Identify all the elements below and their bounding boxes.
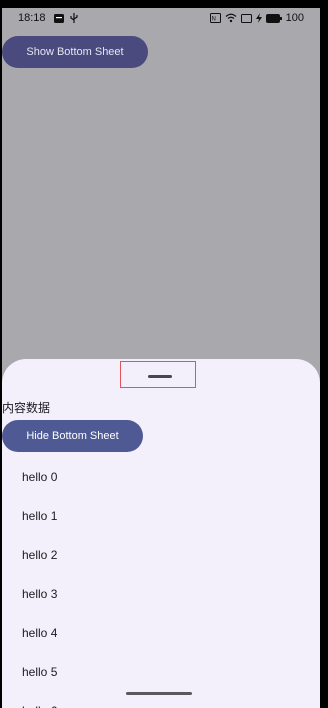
phone-frame: 18:18 N 100 Show Bottom Sheet 内容数据 Hide … xyxy=(0,0,328,708)
battery-icon xyxy=(265,13,282,23)
battery-level: 100 xyxy=(285,12,304,24)
sheet-title: 内容数据 xyxy=(2,401,51,415)
cast-icon xyxy=(240,13,252,23)
notification-icon xyxy=(54,13,64,23)
list-item[interactable]: hello 2 xyxy=(2,535,320,574)
wifi-icon xyxy=(225,13,237,23)
list-item[interactable]: hello 3 xyxy=(2,574,320,613)
list-item[interactable]: hello 1 xyxy=(2,496,320,535)
nfc-icon: N xyxy=(209,13,221,23)
status-time: 18:18 xyxy=(18,12,46,24)
status-right-icons: N 100 xyxy=(209,12,304,24)
gesture-nav-bar[interactable] xyxy=(126,692,192,695)
usb-icon xyxy=(70,13,78,23)
bottom-sheet: 内容数据 Hide Bottom Sheet hello 0 hello 1 h… xyxy=(2,359,320,708)
list-item[interactable]: hello 5 xyxy=(2,652,320,691)
show-bottom-sheet-button[interactable]: Show Bottom Sheet xyxy=(2,36,148,68)
list-item[interactable]: hello 0 xyxy=(2,457,320,496)
drag-handle[interactable] xyxy=(148,375,172,378)
app-screen: 18:18 N 100 Show Bottom Sheet 内容数据 Hide … xyxy=(2,8,320,708)
status-left-icons xyxy=(54,13,78,23)
svg-text:N: N xyxy=(211,17,215,23)
list-item[interactable]: hello 4 xyxy=(2,613,320,652)
status-bar: 18:18 N 100 xyxy=(2,8,320,30)
drag-handle-area[interactable] xyxy=(120,361,196,388)
sheet-list: hello 0 hello 1 hello 2 hello 3 hello 4 … xyxy=(2,457,320,708)
charging-icon xyxy=(255,13,262,23)
hide-bottom-sheet-button[interactable]: Hide Bottom Sheet xyxy=(2,420,143,452)
